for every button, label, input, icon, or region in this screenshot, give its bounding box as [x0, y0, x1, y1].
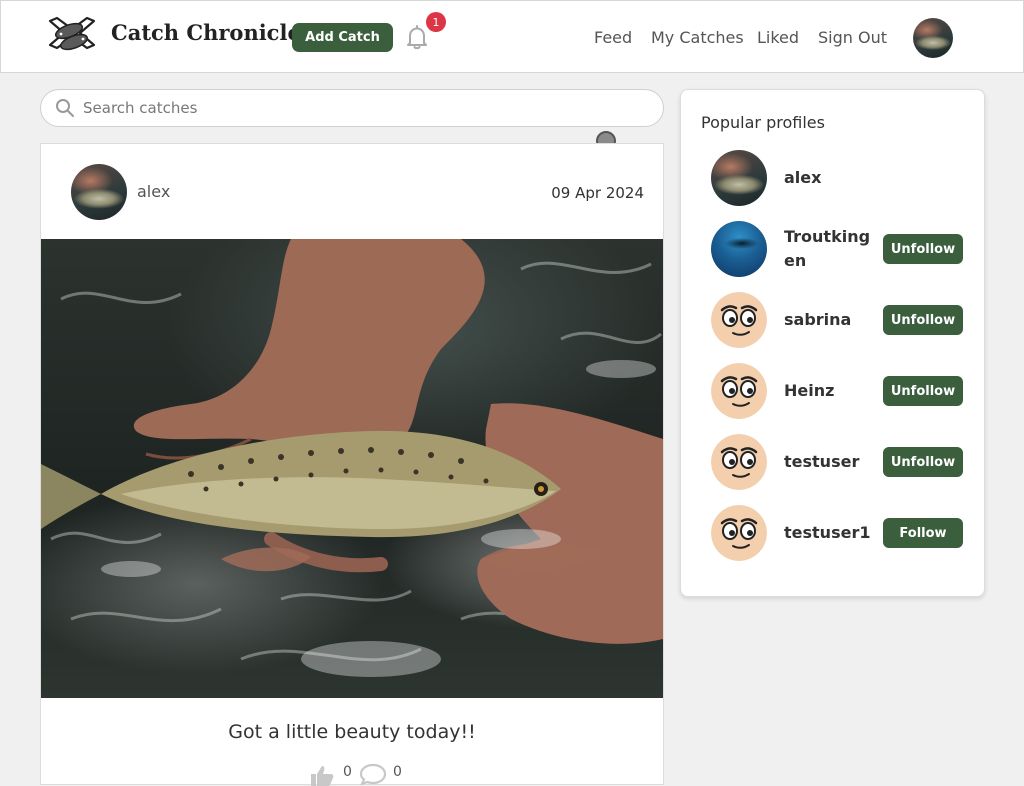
catch-photo[interactable]	[41, 239, 663, 698]
search-icon	[56, 99, 74, 117]
profile-name[interactable]: alex	[784, 166, 878, 190]
nav-sign-out[interactable]: Sign Out	[818, 28, 887, 47]
catch-post-card: alex 09 Apr 2024 Got a little beauty tod…	[40, 143, 664, 786]
nav-liked[interactable]: Liked	[757, 28, 799, 47]
cartoon-face-icon	[711, 292, 767, 348]
profile-row: Troutkingen Unfollow	[681, 221, 984, 279]
post-caption: Got a little beauty today!!	[228, 721, 476, 743]
unfollow-button[interactable]: Unfollow	[883, 305, 963, 335]
post-author-name[interactable]: alex	[137, 182, 170, 201]
follow-button[interactable]: Follow	[883, 518, 963, 548]
search-input[interactable]	[81, 95, 645, 121]
profile-row: Heinz Unfollow	[681, 363, 984, 421]
fish-logo-icon[interactable]	[47, 15, 97, 59]
post-date: 09 Apr 2024	[551, 184, 644, 202]
unfollow-button[interactable]: Unfollow	[883, 447, 963, 477]
profile-row: testuser1 Follow	[681, 505, 984, 563]
search-bar[interactable]	[40, 89, 664, 127]
profile-name[interactable]: Heinz	[784, 379, 878, 403]
profile-name[interactable]: testuser	[784, 450, 878, 474]
brand-name[interactable]: Catch Chronicle	[111, 20, 301, 45]
cartoon-face-icon	[711, 505, 767, 561]
profile-avatar-photo	[711, 150, 767, 206]
comment-icon[interactable]	[359, 763, 387, 785]
profile-row: testuser Unfollow	[681, 434, 984, 492]
nav-feed[interactable]: Feed	[594, 28, 632, 47]
profile-row: alex	[681, 150, 984, 208]
profile-avatar-photo	[711, 221, 767, 277]
unfollow-button[interactable]: Unfollow	[883, 234, 963, 264]
thumbs-up-icon[interactable]	[309, 764, 335, 786]
add-catch-button[interactable]: Add Catch	[292, 23, 393, 52]
popular-profiles-title: Popular profiles	[701, 113, 825, 132]
post-actions: 0 0	[309, 760, 429, 786]
profile-avatar[interactable]	[711, 150, 767, 206]
nav-my-catches[interactable]: My Catches	[651, 28, 744, 47]
notification-badge: 1	[426, 12, 446, 32]
cartoon-face-icon	[711, 434, 767, 490]
unfollow-button[interactable]: Unfollow	[883, 376, 963, 406]
trout-in-hands-illustration	[41, 239, 663, 677]
profile-avatar[interactable]	[711, 292, 767, 348]
comment-count: 0	[393, 764, 402, 780]
profile-name[interactable]: testuser1	[784, 521, 878, 545]
user-avatar[interactable]	[913, 18, 953, 58]
profile-avatar[interactable]	[711, 363, 767, 419]
profile-name[interactable]: sabrina	[784, 308, 878, 332]
profile-avatar[interactable]	[711, 434, 767, 490]
profile-row: sabrina Unfollow	[681, 292, 984, 350]
profile-avatar[interactable]	[711, 221, 767, 277]
post-author-avatar[interactable]	[71, 164, 127, 220]
cartoon-face-icon	[711, 363, 767, 419]
like-count: 0	[343, 764, 352, 780]
avatar-photo	[913, 18, 953, 58]
profile-avatar[interactable]	[711, 505, 767, 561]
navbar: Catch Chronicle Add Catch 1 Feed My Catc…	[0, 0, 1024, 73]
popular-profiles-panel: Popular profiles alex Troutkingen Unfoll…	[680, 89, 985, 597]
post-author-photo	[71, 164, 127, 220]
profile-name[interactable]: Troutkingen	[784, 225, 878, 273]
